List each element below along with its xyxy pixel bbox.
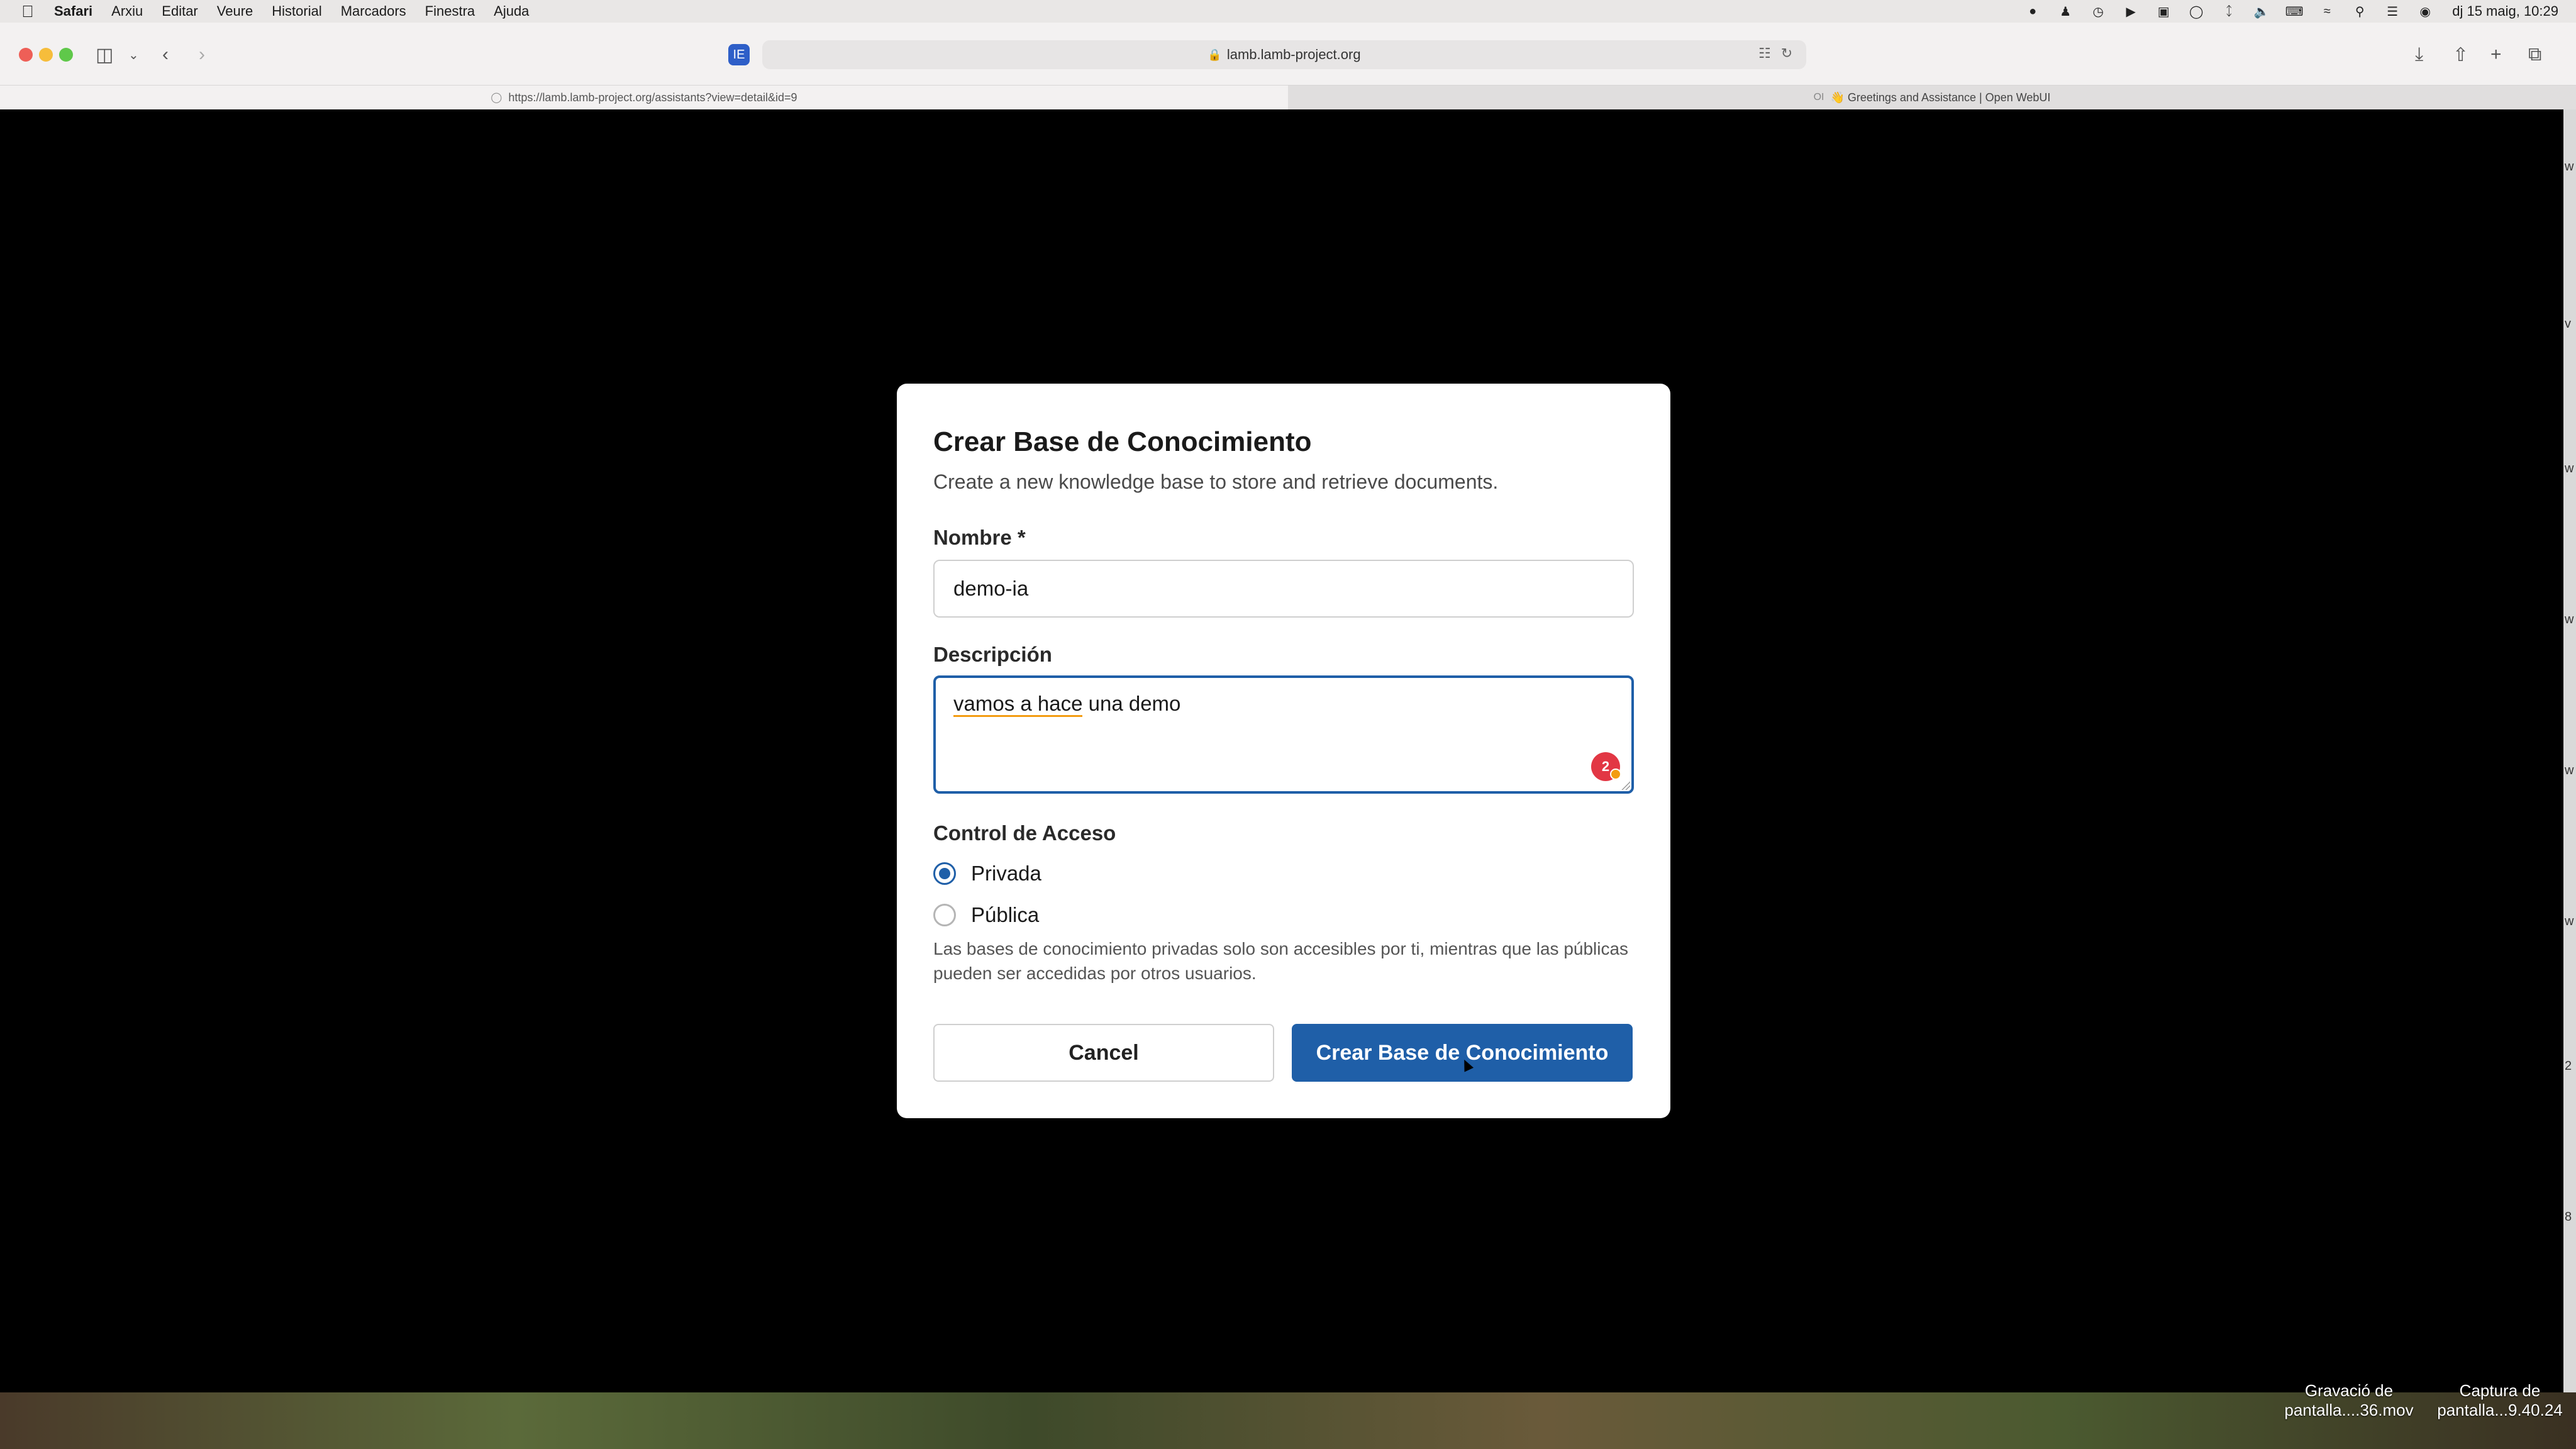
time-machine-icon[interactable]: ◷ (2090, 4, 2106, 19)
resize-handle[interactable] (1621, 781, 1630, 790)
access-help-text: Las bases de conocimiento privadas solo … (933, 939, 1629, 983)
chevron-down-icon[interactable]: ⌄ (128, 43, 139, 67)
radio-public-label: Pública (971, 903, 1040, 926)
desktop-wallpaper (0, 1392, 2576, 1449)
reload-icon[interactable]: ↻ (1781, 45, 1792, 62)
address-bar-actions: ☷ ↻ (1758, 45, 1792, 62)
menu-marcadors[interactable]: Marcadors (341, 3, 406, 19)
menu-historial[interactable]: Historial (272, 3, 321, 19)
keyboard-icon[interactable]: ⌨ (2285, 4, 2304, 19)
create-knowledge-base-dialog: Crear Base de Conocimiento Create a new … (897, 384, 1670, 1118)
volume-icon[interactable]: 🔈 (2253, 4, 2270, 19)
dialog-title: Crear Base de Conocimiento (933, 426, 1312, 457)
search-icon[interactable]: ⚲ (2351, 4, 2368, 19)
cat-icon[interactable]: ♟ (2057, 4, 2074, 19)
control-center-icon[interactable]: ☰ (2384, 4, 2401, 19)
window-close-button[interactable] (19, 48, 33, 62)
forward-icon[interactable]: › (199, 43, 205, 67)
window-icon[interactable]: ▣ (2155, 4, 2172, 19)
right-edge-window: w v w w w w 2 8 (2563, 109, 2576, 1392)
description-textarea[interactable]: vamos a hace una demo 2 (933, 675, 1634, 794)
openwebui-icon: OI (1813, 92, 1824, 103)
radio-private-label: Privada (971, 862, 1041, 885)
tab-label: 👋 Greetings and Assistance | Open WebUI (1830, 91, 2051, 104)
menu-finestra[interactable]: Finestra (425, 3, 475, 19)
radio-private[interactable]: Privada (933, 862, 1041, 886)
translate-icon[interactable]: ☷ (1758, 45, 1771, 62)
description-rest: una demo (1082, 692, 1181, 715)
menubar-clock[interactable]: dj 15 maig, 10:29 (2452, 3, 2558, 19)
status-tray: ● ♟ ◷ ▶ ▣ ◯ ᛨ 🔈 ⌨ ≈ ⚲ ☰ ◉ dj 15 maig, 10… (2024, 0, 2558, 23)
edge-glyph: 2 (2565, 1059, 2572, 1073)
description-label: Descripción (933, 643, 1052, 666)
menu-ajuda[interactable]: Ajuda (494, 3, 529, 19)
name-input[interactable]: demo-ia (933, 560, 1634, 618)
menu-editar[interactable]: Editar (162, 3, 197, 19)
tab-label: https://lamb.lamb-project.org/assistants… (508, 91, 797, 104)
radio-public[interactable]: Pública (933, 903, 1039, 927)
wifi-off-icon[interactable]: ≈ (2319, 4, 2335, 18)
edge-glyph: w (2565, 914, 2574, 928)
radio-public-input[interactable] (933, 904, 956, 926)
name-label: Nombre * (933, 526, 1026, 549)
apple-icon[interactable]:  (19, 2, 36, 21)
tab-open-webui[interactable]: OI 👋 Greetings and Assistance | Open Web… (1288, 86, 2576, 109)
menubar:  Safari Arxiu Editar Veure Historial Ma… (0, 0, 2576, 23)
menu-arxiu[interactable]: Arxiu (111, 3, 143, 19)
person-icon[interactable]: ◯ (2188, 4, 2204, 19)
sidebar-toggle-icon[interactable]: ◫ (96, 43, 113, 67)
cancel-button[interactable]: Cancel (933, 1024, 1274, 1082)
edge-glyph: w (2565, 613, 2574, 626)
window-maximize-button[interactable] (59, 48, 73, 62)
record-icon[interactable]: ● (2024, 4, 2041, 18)
edge-glyph: v (2565, 317, 2571, 331)
description-value: vamos a hace una demo (953, 692, 1614, 717)
share-icon[interactable]: ⇧ (2453, 43, 2468, 67)
siri-icon[interactable]: ◉ (2417, 4, 2433, 19)
tab-bar: ◯ https://lamb.lamb-project.org/assistan… (0, 86, 2576, 109)
download-icon[interactable]: ⤓ (2415, 43, 2423, 67)
extension-icon[interactable]: IE (728, 44, 750, 65)
tab-overview-icon[interactable]: ⧉ (2528, 43, 2541, 67)
address-text: lamb.lamb-project.org (1226, 47, 1361, 62)
new-tab-icon[interactable]: + (2490, 43, 2502, 67)
lock-icon: 🔒 (1208, 48, 1222, 61)
edge-glyph: w (2565, 462, 2574, 475)
dialog-subtitle: Create a new knowledge base to store and… (933, 470, 1499, 493)
access-control-label: Control de Acceso (933, 821, 1116, 845)
edge-glyph: 8 (2565, 1210, 2572, 1224)
play-icon[interactable]: ▶ (2123, 4, 2139, 19)
bluetooth-icon[interactable]: ᛨ (2221, 4, 2237, 18)
globe-icon: ◯ (491, 92, 502, 103)
name-value: demo-ia (953, 577, 1029, 600)
tab-lamb-assistants[interactable]: ◯ https://lamb.lamb-project.org/assistan… (0, 86, 1288, 109)
spelling-error-text[interactable]: vamos a hace (953, 692, 1083, 717)
edge-glyph: w (2565, 763, 2574, 777)
edge-glyph: w (2565, 160, 2574, 174)
browser-toolbar: ◫ ⌄ ‹ › IE 🔒 lamb.lamb-project.org ☷ ↻ ⤓… (0, 23, 2576, 86)
menu-veure[interactable]: Veure (217, 3, 253, 19)
radio-private-input[interactable] (933, 862, 956, 885)
create-knowledge-base-button[interactable]: Crear Base de Conocimiento (1292, 1024, 1633, 1082)
address-bar[interactable]: 🔒 lamb.lamb-project.org (762, 40, 1806, 69)
menu-app-safari[interactable]: Safari (54, 3, 92, 19)
desktop-file-screenshot[interactable]: Captura de pantalla...9.40.24 (2428, 1381, 2572, 1420)
back-icon[interactable]: ‹ (162, 43, 169, 67)
desktop-file-recording[interactable]: Gravació de pantalla....36.mov (2277, 1381, 2421, 1420)
grammar-checker-badge[interactable]: 2 (1591, 752, 1621, 781)
window-minimize-button[interactable] (39, 48, 53, 62)
